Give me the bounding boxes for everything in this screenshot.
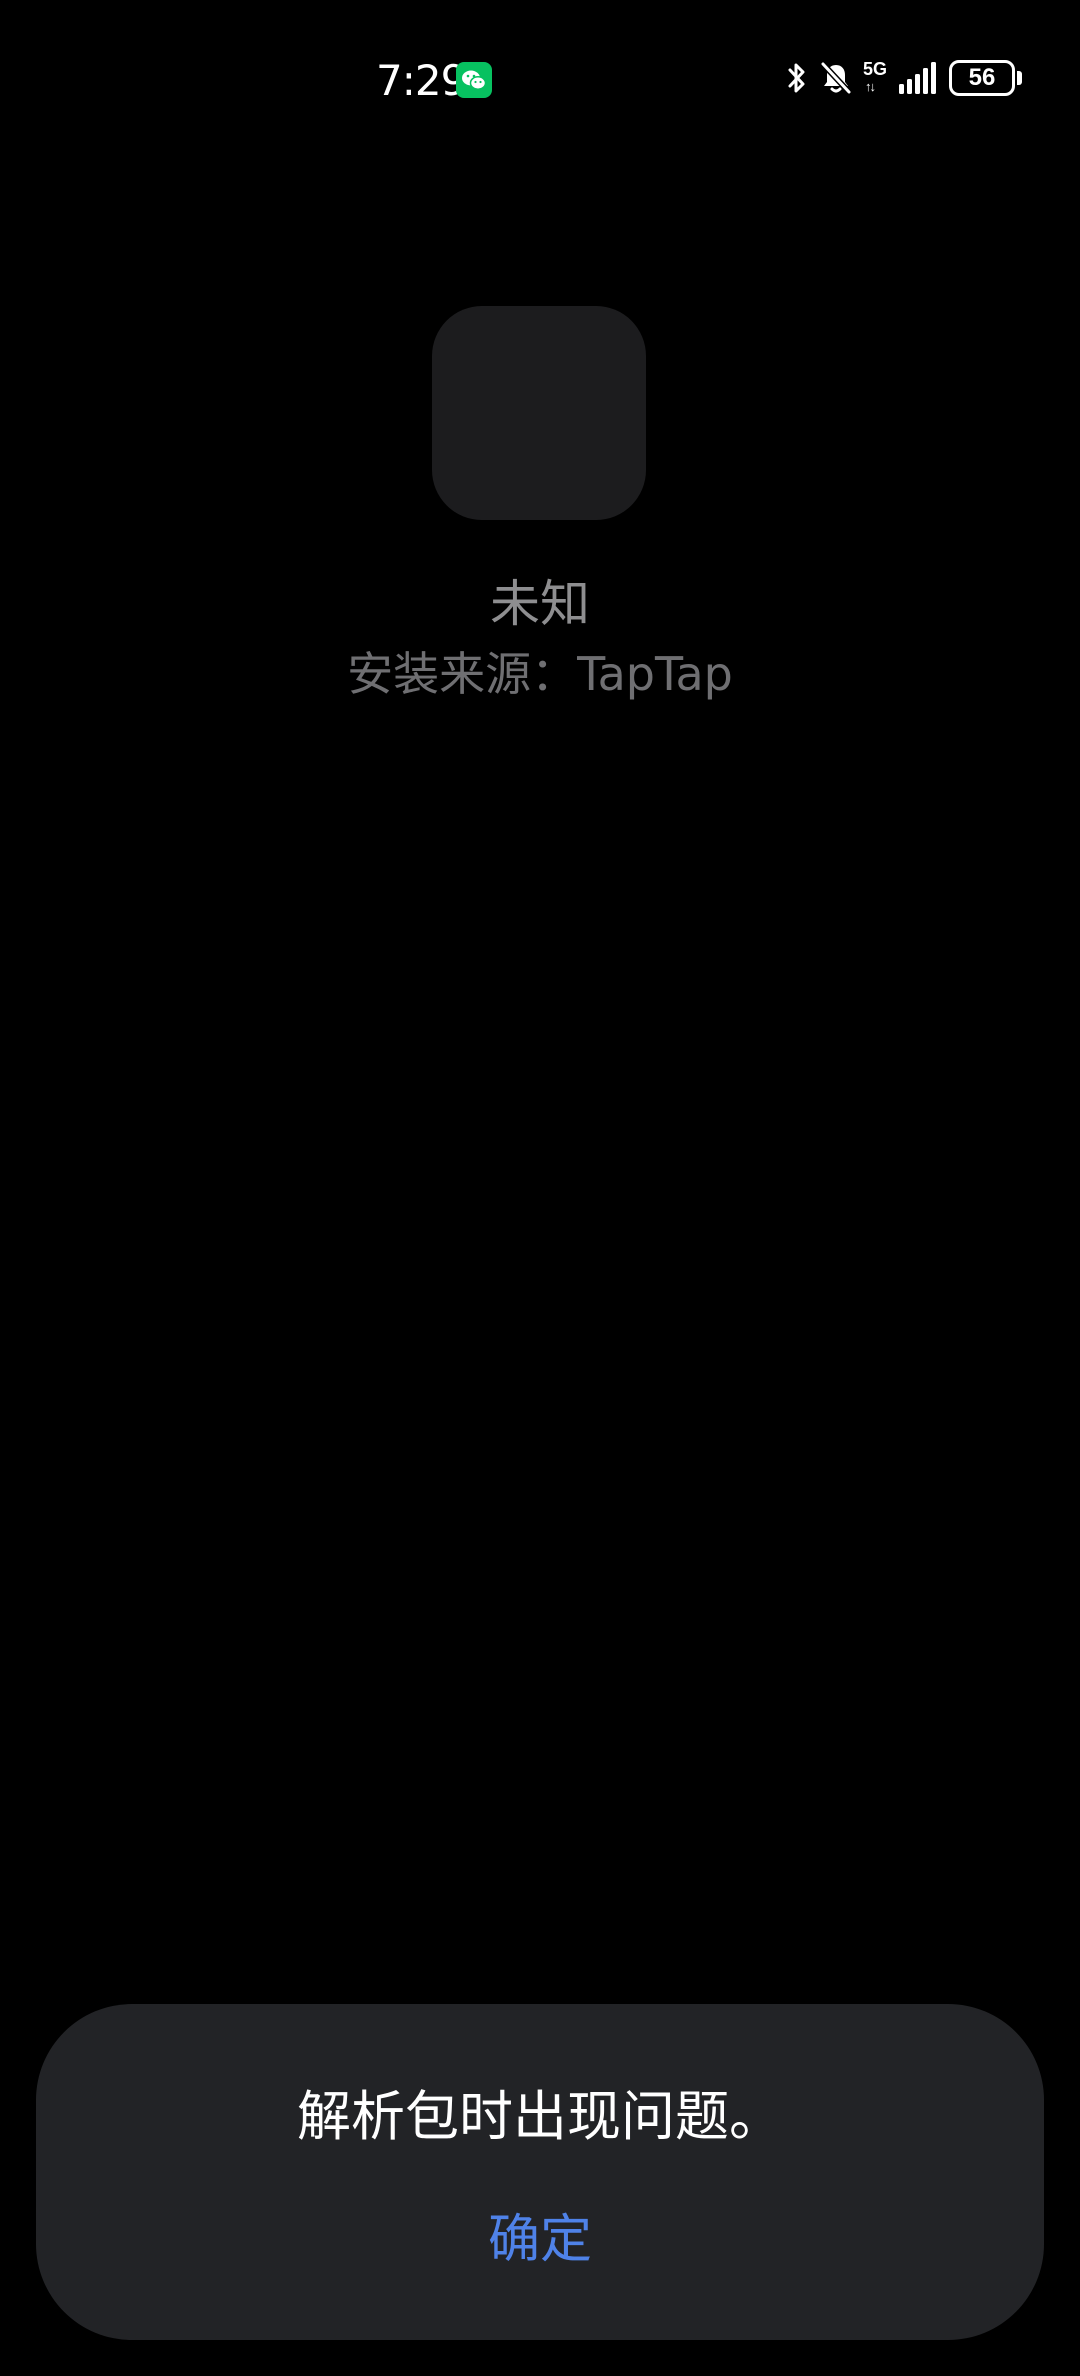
network-type-indicator: 5G ↑↓	[863, 59, 888, 94]
signal-icon	[899, 62, 936, 94]
status-time: 7:29	[376, 56, 467, 105]
battery-level: 56	[968, 64, 996, 91]
app-name: 未知	[490, 575, 590, 633]
battery-tip	[1017, 71, 1022, 85]
bluetooth-icon	[788, 63, 805, 93]
install-source: 安装来源：TapTap	[347, 647, 733, 701]
app-icon-placeholder	[432, 306, 646, 520]
parse-error-dialog: 解析包时出现问题。 确定	[36, 2004, 1044, 2340]
bell-off-icon	[820, 61, 852, 95]
battery-icon: 56	[949, 60, 1015, 96]
dialog-message: 解析包时出现问题。	[297, 2085, 783, 2148]
wechat-icon	[456, 62, 492, 98]
status-bar: 7:29 5G ↑↓ 56	[0, 0, 1080, 160]
status-icons: 5G ↑↓ 56	[785, 58, 1022, 98]
confirm-button[interactable]: 确定	[440, 2200, 640, 2280]
